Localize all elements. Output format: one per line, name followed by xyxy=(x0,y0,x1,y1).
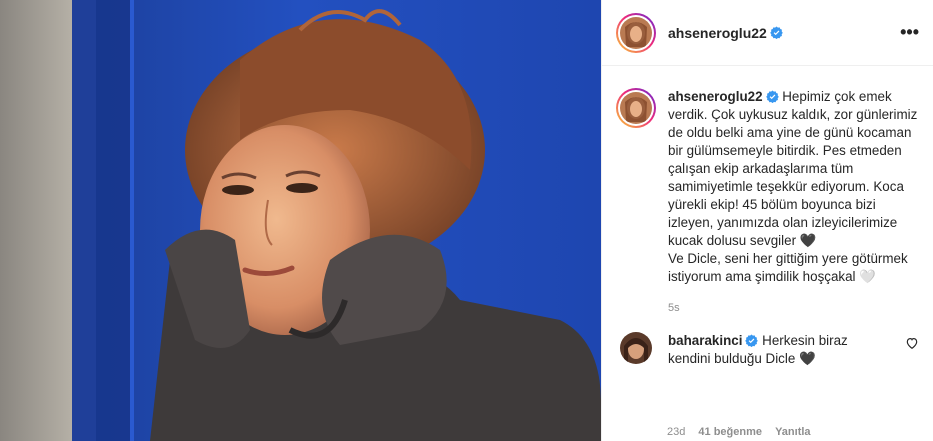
verified-badge-icon xyxy=(770,26,783,39)
post-caption: ahseneroglu22 Hepimiz çok emek verdik. Ç… xyxy=(616,88,919,286)
heart-outline-icon[interactable] xyxy=(905,336,919,350)
post-header: ahseneroglu22 ••• xyxy=(602,0,933,66)
post-author-username[interactable]: ahseneroglu22 xyxy=(668,25,767,41)
caption-author-username[interactable]: ahseneroglu22 xyxy=(668,89,763,104)
author-avatar-image xyxy=(620,16,652,49)
comment-body: baharakinci Herkesin biraz kendini buldu… xyxy=(668,332,888,368)
post-photo-illustration xyxy=(0,0,601,441)
more-options-icon[interactable]: ••• xyxy=(900,23,919,41)
comments-section: ahseneroglu22 Hepimiz çok emek verdik. Ç… xyxy=(602,66,933,368)
comment-likes[interactable]: 41 beğenme xyxy=(698,426,762,438)
author-avatar[interactable] xyxy=(616,12,656,53)
post-photo[interactable] xyxy=(0,0,601,441)
post-detail-panel: ahseneroglu22 ••• ahseneroglu22 Hepimiz … xyxy=(601,0,933,441)
caption-avatar-image xyxy=(620,92,652,124)
verified-badge-icon xyxy=(765,90,779,103)
commenter-username[interactable]: baharakinci xyxy=(668,333,742,348)
reply-button[interactable]: Yanıtla xyxy=(775,426,810,438)
verified-badge-icon xyxy=(745,334,759,347)
comment-item: baharakinci Herkesin biraz kendini buldu… xyxy=(616,332,919,368)
comment-meta: 23d 41 beğenme Yanıtla xyxy=(667,426,821,438)
caption-text: Hepimiz çok emek verdik. Çok uykusuz kal… xyxy=(668,89,918,284)
caption-body: ahseneroglu22 Hepimiz çok emek verdik. Ç… xyxy=(668,88,919,286)
caption-author-avatar[interactable] xyxy=(616,88,656,128)
comment-age[interactable]: 23d xyxy=(667,426,685,438)
caption-timestamp[interactable]: 5s xyxy=(668,302,919,314)
commenter-avatar[interactable] xyxy=(620,332,652,364)
